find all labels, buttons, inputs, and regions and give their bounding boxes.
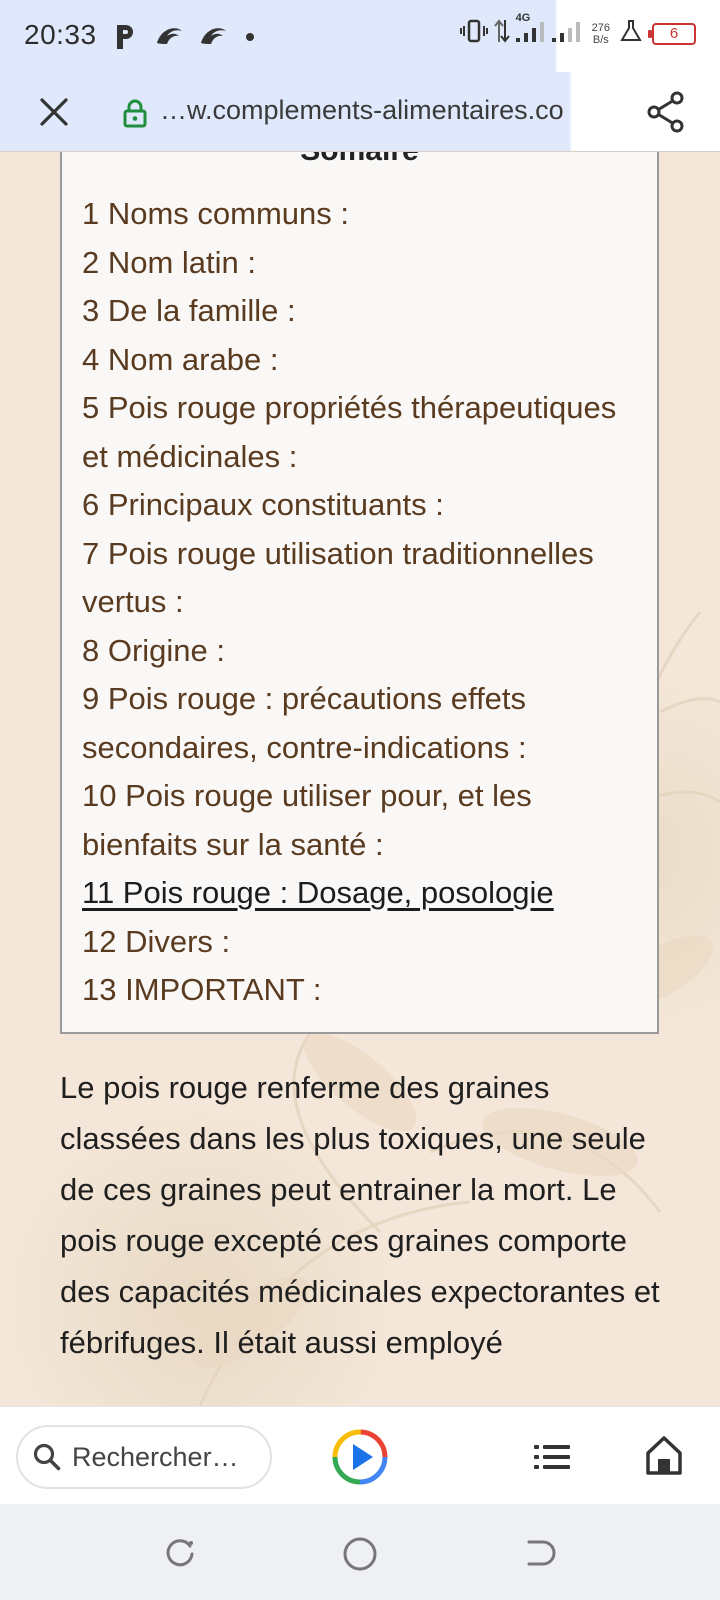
app-notification-icon: [152, 20, 186, 54]
toc-list: 1 Noms communs : 2 Nom latin : 3 De la f…: [82, 190, 642, 1015]
search-input[interactable]: Rechercher…: [16, 1425, 272, 1489]
data-transfer-icon: [493, 18, 510, 49]
signal-icon: [550, 18, 584, 49]
article-paragraph: Le pois rouge renferme des graines class…: [60, 1070, 660, 1360]
system-status-icons: 4G 276 B/s 6: [459, 12, 696, 49]
search-placeholder: Rechercher…: [72, 1441, 239, 1472]
web-page-content: Somaire 1 Noms communs : 2 Nom latin : 3…: [0, 152, 720, 1406]
recent-apps-button[interactable]: [160, 1534, 200, 1574]
share-button[interactable]: [642, 88, 690, 136]
toc-link[interactable]: 6 Principaux constituants :: [82, 481, 642, 530]
table-of-contents-list-button[interactable]: [532, 1437, 572, 1477]
toc-link[interactable]: 1 Noms communs :: [82, 190, 642, 239]
parking-icon: [108, 20, 142, 54]
search-icon: [33, 1443, 61, 1471]
back-icon: [527, 1540, 556, 1566]
close-icon: [40, 98, 68, 126]
toc-link[interactable]: 13 IMPORTANT :: [82, 966, 642, 1015]
home-circle-icon: [343, 1537, 377, 1571]
lock-icon: [123, 99, 147, 128]
status-bar: 20:33 4G 276 B/s 6: [0, 0, 720, 72]
flask-icon: [620, 19, 642, 48]
share-icon: [647, 91, 684, 133]
close-tab-button[interactable]: [32, 90, 76, 134]
toc-link[interactable]: 8 Origine :: [82, 627, 642, 676]
vibrate-icon: [459, 19, 488, 48]
table-of-contents: Somaire 1 Noms communs : 2 Nom latin : 3…: [60, 152, 659, 1034]
back-button[interactable]: [520, 1534, 560, 1574]
app-notification-icon: [196, 20, 230, 54]
toc-link[interactable]: 2 Nom latin :: [82, 239, 642, 288]
toc-link[interactable]: 12 Divers :: [82, 918, 642, 967]
signal-4g-icon: 4G: [514, 12, 548, 49]
assistant-play-button[interactable]: [330, 1427, 390, 1487]
browser-bottom-bar: Rechercher…: [0, 1406, 720, 1504]
home-button[interactable]: [644, 1433, 684, 1477]
play-icon: [353, 1444, 373, 1470]
battery-icon: 6: [648, 22, 696, 45]
toc-title: Somaire: [62, 152, 657, 168]
toc-link[interactable]: 3 De la famille :: [82, 287, 642, 336]
status-time: 20:33: [24, 19, 97, 50]
toc-link[interactable]: 9 Pois rouge : précautions effets second…: [82, 675, 642, 772]
recent-apps-icon: [166, 1539, 194, 1567]
browser-url-bar: …w.complements-alimentaires.co: [0, 72, 720, 152]
network-speed: 276 B/s: [591, 21, 610, 46]
toc-link[interactable]: 7 Pois rouge utilisation traditionnelles…: [82, 530, 642, 627]
toc-link-active[interactable]: 11 Pois rouge : Dosage, posologie: [82, 869, 642, 918]
more-notifications-dot: [246, 33, 254, 41]
url-text[interactable]: …w.complements-alimentaires.co: [160, 95, 564, 126]
toc-link[interactable]: 5 Pois rouge propriétés thérapeutiques e…: [82, 384, 642, 481]
toc-link[interactable]: 4 Nom arabe :: [82, 336, 642, 385]
home-nav-button[interactable]: [340, 1534, 380, 1574]
system-navigation-bar: [0, 1504, 720, 1600]
toc-link[interactable]: 10 Pois rouge utiliser pour, et les bien…: [82, 772, 642, 869]
list-icon: [534, 1445, 570, 1469]
notification-icons: [108, 20, 254, 54]
